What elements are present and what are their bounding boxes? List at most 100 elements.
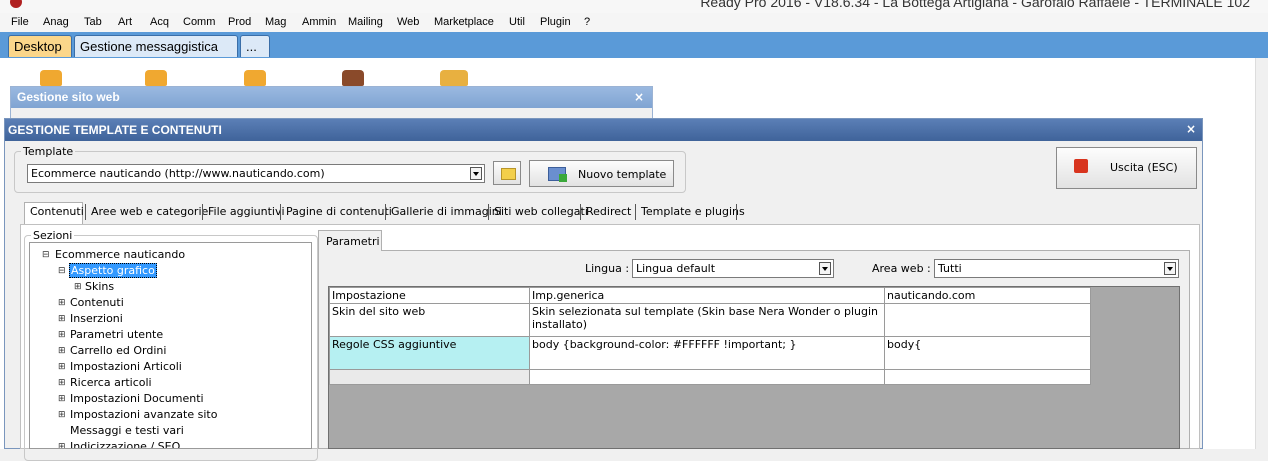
- tree-item-messaggi[interactable]: Messaggi e testi vari: [70, 424, 184, 437]
- tab-more[interactable]: ...: [240, 35, 270, 57]
- desktop-box-icon[interactable]: [440, 70, 468, 86]
- chevron-down-icon[interactable]: [470, 167, 482, 180]
- menu-ammin[interactable]: Ammin: [302, 16, 336, 28]
- expand-icon[interactable]: ⊞: [58, 330, 66, 340]
- expand-icon[interactable]: ⊞: [58, 410, 66, 420]
- expand-icon[interactable]: ⊞: [58, 298, 66, 308]
- grid-cell[interactable]: [884, 369, 1091, 385]
- tree-item-seo[interactable]: Indicizzazione / SEO: [70, 440, 180, 448]
- chevron-down-icon[interactable]: [1164, 262, 1176, 275]
- menu-tab[interactable]: Tab: [84, 16, 102, 28]
- gestione-sito-web-title: Gestione sito web: [11, 87, 652, 108]
- window-title: GESTIONE TEMPLATE E CONTENUTI: [5, 119, 1202, 141]
- new-template-label: Nuovo template: [578, 168, 667, 181]
- tab-aree-web[interactable]: Aree web e categorie: [91, 205, 208, 218]
- expand-icon[interactable]: ⊞: [74, 282, 82, 292]
- tree-item-carrello-ordini[interactable]: Carrello ed Ordini: [70, 344, 166, 357]
- menu-mailing[interactable]: Mailing: [348, 16, 383, 28]
- tree-item-skins[interactable]: Skins: [85, 280, 114, 293]
- grid-header-nauticando[interactable]: nauticando.com: [884, 287, 1091, 304]
- expand-icon[interactable]: ⊞: [58, 394, 66, 404]
- menu-util[interactable]: Util: [509, 16, 525, 28]
- tab-parametri-label: Parametri: [326, 235, 380, 248]
- area-web-label: Area web :: [872, 262, 931, 275]
- close-icon[interactable]: ×: [1186, 122, 1196, 136]
- tree-item-contenuti[interactable]: Contenuti: [70, 296, 124, 309]
- exit-button-label: Uscita (ESC): [1110, 161, 1178, 174]
- app-title: Ready Pro 2016 - V18.6.34 - La Bottega A…: [700, 0, 1250, 10]
- template-select[interactable]: Ecommerce nauticando (http://www.nautica…: [27, 164, 485, 183]
- grid-cell[interactable]: Skin del sito web: [329, 303, 530, 337]
- document-tabs-bar: Desktop Gestione messaggistica ...: [0, 32, 1268, 58]
- table-row: [329, 369, 1091, 385]
- tree-item-ricerca-articoli[interactable]: Ricerca articoli: [70, 376, 152, 389]
- menu-file[interactable]: File: [11, 16, 29, 28]
- tab-redirect[interactable]: Redirect: [586, 205, 631, 218]
- app-title-bar: Ready Pro 2016 - V18.6.34 - La Bottega A…: [0, 0, 1268, 13]
- desktop-users-icon[interactable]: [40, 70, 62, 86]
- tab-gestione-messaggistica[interactable]: Gestione messaggistica: [74, 35, 238, 57]
- desktop-right-area: [1203, 58, 1255, 449]
- expand-icon[interactable]: ⊞: [58, 378, 66, 388]
- open-folder-button[interactable]: [493, 161, 521, 185]
- folder-icon: [501, 168, 516, 180]
- tree-item-inserzioni[interactable]: Inserzioni: [70, 312, 123, 325]
- menu-marketplace[interactable]: Marketplace: [434, 16, 494, 28]
- tab-desktop[interactable]: Desktop: [8, 35, 72, 57]
- tree-item-ecommerce[interactable]: Ecommerce nauticando: [55, 248, 185, 261]
- tree-item-impostazioni-documenti[interactable]: Impostazioni Documenti: [70, 392, 204, 405]
- grid-cell[interactable]: [884, 303, 1091, 337]
- grid-cell[interactable]: [529, 369, 885, 385]
- tab-pagine-contenuti[interactable]: Pagine di contenuti: [286, 205, 392, 218]
- tab-siti-collegati[interactable]: Siti web collegati: [494, 205, 588, 218]
- app-logo-icon: [10, 0, 22, 8]
- menu-prod[interactable]: Prod: [228, 16, 251, 28]
- exit-button[interactable]: Uscita (ESC): [1056, 147, 1197, 189]
- grid-cell[interactable]: body{: [884, 336, 1091, 370]
- grid-header-imp-generica[interactable]: Imp.generica: [529, 287, 885, 304]
- chevron-down-icon[interactable]: [819, 262, 831, 275]
- power-icon: [1074, 159, 1088, 173]
- table-row: Skin del sito web Skin selezionata sul t…: [329, 303, 1091, 337]
- tab-contenuti[interactable]: Contenuti: [30, 205, 84, 218]
- desktop-scrollbar[interactable]: [1255, 58, 1268, 449]
- grid-cell-selected[interactable]: Regole CSS aggiuntive: [329, 336, 530, 370]
- table-row: Regole CSS aggiuntive body {background-c…: [329, 336, 1091, 370]
- close-icon[interactable]: ×: [634, 90, 644, 104]
- tree-item-impostazioni-articoli[interactable]: Impostazioni Articoli: [70, 360, 182, 373]
- expand-icon[interactable]: ⊞: [58, 314, 66, 324]
- new-template-button[interactable]: Nuovo template: [529, 160, 674, 187]
- menu-mag[interactable]: Mag: [265, 16, 286, 28]
- desktop-people-icon[interactable]: [342, 70, 364, 86]
- tree-item-impostazioni-avanzate[interactable]: Impostazioni avanzate sito: [70, 408, 217, 421]
- grid-header-impostazione[interactable]: Impostazione: [329, 287, 530, 304]
- menu-bar: File Anag Tab Art Acq Comm Prod Mag Ammi…: [0, 13, 1268, 32]
- expand-icon[interactable]: ⊞: [58, 442, 66, 448]
- tab-template-plugins[interactable]: Template e plugins: [641, 205, 745, 218]
- expand-icon[interactable]: ⊞: [58, 362, 66, 372]
- tree-item-aspetto-grafico[interactable]: Aspetto grafico: [69, 263, 157, 278]
- lingua-select[interactable]: Lingua default: [632, 259, 834, 278]
- menu-help[interactable]: ?: [584, 16, 590, 28]
- grid-cell[interactable]: body {background-color: #FFFFFF !importa…: [529, 336, 885, 370]
- grid-cell[interactable]: [329, 369, 530, 385]
- grid-cell[interactable]: Skin selezionata sul template (Skin base…: [529, 303, 885, 337]
- area-web-select[interactable]: Tutti: [934, 259, 1179, 278]
- menu-plugin[interactable]: Plugin: [540, 16, 571, 28]
- collapse-icon[interactable]: ⊟: [58, 266, 66, 276]
- menu-acq[interactable]: Acq: [150, 16, 169, 28]
- tab-parametri[interactable]: Parametri: [318, 230, 382, 251]
- menu-art[interactable]: Art: [118, 16, 132, 28]
- lingua-label: Lingua :: [585, 262, 630, 275]
- desktop-users-icon-2[interactable]: [145, 70, 167, 86]
- tab-gallerie[interactable]: Gallerie di immagini: [391, 205, 502, 218]
- desktop-group-icon[interactable]: [244, 70, 266, 86]
- menu-web[interactable]: Web: [397, 16, 419, 28]
- grid-header-row: Impostazione Imp.generica nauticando.com: [329, 287, 1091, 304]
- tree-item-parametri-utente[interactable]: Parametri utente: [70, 328, 163, 341]
- expand-icon[interactable]: ⊞: [58, 346, 66, 356]
- tab-file-aggiuntivi[interactable]: File aggiuntivi: [208, 205, 285, 218]
- collapse-icon[interactable]: ⊟: [42, 250, 50, 260]
- menu-comm[interactable]: Comm: [183, 16, 215, 28]
- menu-anag[interactable]: Anag: [43, 16, 69, 28]
